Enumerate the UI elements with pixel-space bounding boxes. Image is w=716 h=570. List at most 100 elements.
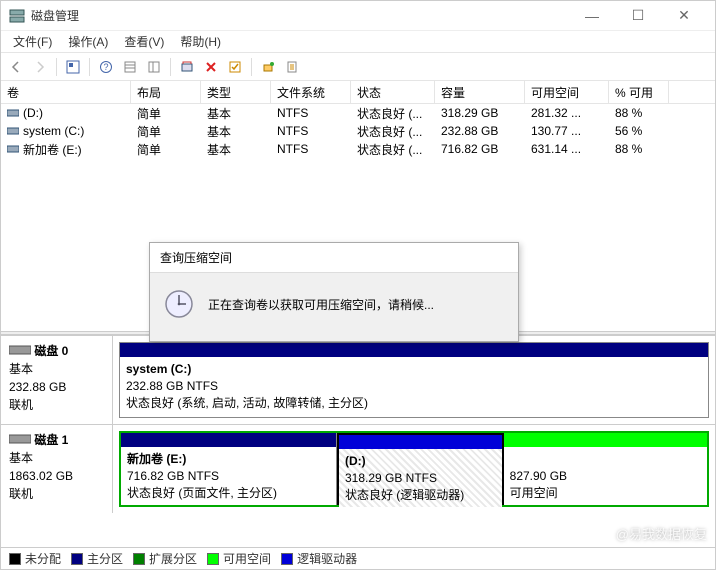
- minimize-button[interactable]: —: [569, 1, 615, 31]
- cell: system (C:): [23, 124, 84, 138]
- maximize-button[interactable]: ☐: [615, 1, 661, 31]
- disk-mgmt-icon: [9, 8, 25, 24]
- watermark-text: @易我数据恢复: [616, 524, 707, 543]
- disk-graphical-pane: 磁盘 0 基本 232.88 GB 联机 system (C:) 232.88 …: [1, 331, 715, 547]
- part-status: 可用空间: [510, 486, 558, 500]
- part-title: (D:): [345, 454, 366, 468]
- legend-unalloc: 未分配: [25, 550, 61, 567]
- dialog-title: 查询压缩空间: [150, 243, 518, 273]
- disk-icon: [9, 345, 31, 355]
- svg-text:?: ?: [103, 62, 108, 72]
- cell: NTFS: [271, 124, 351, 138]
- toolbar: ?: [1, 53, 715, 81]
- cell: 新加卷 (E:): [23, 141, 82, 158]
- close-button[interactable]: ✕: [661, 1, 707, 31]
- volume-row[interactable]: (D:) 简单 基本 NTFS 状态良好 (... 318.29 GB 281.…: [1, 104, 715, 122]
- legend-ext: 扩展分区: [149, 550, 197, 567]
- back-button[interactable]: [5, 56, 27, 78]
- new-icon[interactable]: [257, 56, 279, 78]
- list-view-icon[interactable]: [119, 56, 141, 78]
- disk-label: 磁盘 1: [34, 433, 68, 447]
- col-layout[interactable]: 布局: [131, 81, 201, 103]
- forward-button[interactable]: [29, 56, 51, 78]
- volume-list[interactable]: (D:) 简单 基本 NTFS 状态良好 (... 318.29 GB 281.…: [1, 104, 715, 164]
- cell: 基本: [201, 141, 271, 158]
- volume-row[interactable]: system (C:) 简单 基本 NTFS 状态良好 (... 232.88 …: [1, 122, 715, 140]
- querying-dialog: 查询压缩空间 正在查询卷以获取可用压缩空间，请稍候...: [149, 242, 519, 342]
- window-title: 磁盘管理: [31, 7, 569, 24]
- disk-state: 联机: [9, 396, 104, 414]
- cell: 简单: [131, 123, 201, 140]
- delete-icon[interactable]: [200, 56, 222, 78]
- menu-file[interactable]: 文件(F): [5, 31, 60, 52]
- disk-state: 联机: [9, 485, 104, 503]
- cell: 状态良好 (...: [351, 141, 435, 158]
- col-capacity[interactable]: 容量: [435, 81, 525, 103]
- disk-icon: [9, 434, 31, 444]
- legend: 未分配 主分区 扩展分区 可用空间 逻辑驱动器: [1, 547, 715, 569]
- col-status[interactable]: 状态: [351, 81, 435, 103]
- legend-free: 可用空间: [223, 550, 271, 567]
- clock-icon: [164, 289, 194, 319]
- legend-logical: 逻辑驱动器: [297, 550, 357, 567]
- cell: 88 %: [609, 142, 669, 156]
- disk-type: 基本: [9, 360, 104, 378]
- help-icon[interactable]: ?: [95, 56, 117, 78]
- menubar: 文件(F) 操作(A) 查看(V) 帮助(H): [1, 31, 715, 53]
- menu-view[interactable]: 查看(V): [116, 31, 172, 52]
- detail-view-icon[interactable]: [143, 56, 165, 78]
- part-size: 318.29 GB NTFS: [345, 471, 437, 485]
- cell: 56 %: [609, 124, 669, 138]
- cell: 基本: [201, 105, 271, 122]
- legend-primary: 主分区: [87, 550, 123, 567]
- col-type[interactable]: 类型: [201, 81, 271, 103]
- check-icon[interactable]: [224, 56, 246, 78]
- partition[interactable]: system (C:) 232.88 GB NTFS 状态良好 (系统, 启动,…: [120, 343, 708, 417]
- cell: 基本: [201, 123, 271, 140]
- col-volume[interactable]: 卷: [1, 81, 131, 103]
- disk-label: 磁盘 0: [34, 344, 68, 358]
- disk-size: 232.88 GB: [9, 378, 104, 396]
- volume-row[interactable]: 新加卷 (E:) 简单 基本 NTFS 状态良好 (... 716.82 GB …: [1, 140, 715, 158]
- disk-row: 磁盘 0 基本 232.88 GB 联机 system (C:) 232.88 …: [1, 335, 715, 424]
- cell: NTFS: [271, 106, 351, 120]
- window-titlebar: 磁盘管理 — ☐ ✕: [1, 1, 715, 31]
- cell: 88 %: [609, 106, 669, 120]
- watermark: @易我数据恢复: [598, 524, 707, 543]
- dialog-message: 正在查询卷以获取可用压缩空间，请稍候...: [208, 296, 434, 313]
- part-title: 新加卷 (E:): [127, 452, 186, 466]
- menu-action[interactable]: 操作(A): [60, 31, 116, 52]
- cell: NTFS: [271, 142, 351, 156]
- col-fs[interactable]: 文件系统: [271, 81, 351, 103]
- disk-type: 基本: [9, 449, 104, 467]
- cell: 简单: [131, 105, 201, 122]
- col-pct[interactable]: % 可用: [609, 81, 669, 103]
- cell: 318.29 GB: [435, 106, 525, 120]
- cell: 状态良好 (...: [351, 105, 435, 122]
- cell: 281.32 ...: [525, 106, 609, 120]
- part-size: 232.88 GB NTFS: [126, 379, 218, 393]
- volume-list-header: 卷 布局 类型 文件系统 状态 容量 可用空间 % 可用: [1, 81, 715, 104]
- disk-info[interactable]: 磁盘 0 基本 232.88 GB 联机: [1, 336, 113, 424]
- part-size: 827.90 GB: [510, 469, 567, 483]
- volume-icon: [7, 108, 19, 118]
- cell: (D:): [23, 106, 43, 120]
- paw-icon: [598, 527, 612, 541]
- partition-selected[interactable]: (D:) 318.29 GB NTFS 状态良好 (逻辑驱动器): [337, 433, 504, 505]
- col-free[interactable]: 可用空间: [525, 81, 609, 103]
- cell: 631.14 ...: [525, 142, 609, 156]
- part-status: 状态良好 (逻辑驱动器): [345, 488, 464, 502]
- part-title: system (C:): [126, 362, 191, 376]
- menu-help[interactable]: 帮助(H): [172, 31, 229, 52]
- props-icon[interactable]: [281, 56, 303, 78]
- refresh-icon[interactable]: [62, 56, 84, 78]
- partition-freespace[interactable]: 827.90 GB 可用空间: [504, 433, 707, 505]
- rescan-icon[interactable]: [176, 56, 198, 78]
- part-status: 状态良好 (系统, 启动, 活动, 故障转储, 主分区): [126, 396, 368, 410]
- disk-size: 1863.02 GB: [9, 467, 104, 485]
- volume-icon: [7, 144, 19, 154]
- partition[interactable]: 新加卷 (E:) 716.82 GB NTFS 状态良好 (页面文件, 主分区): [121, 433, 337, 505]
- part-size: 716.82 GB NTFS: [127, 469, 219, 483]
- disk-info[interactable]: 磁盘 1 基本 1863.02 GB 联机: [1, 425, 113, 513]
- cell: 232.88 GB: [435, 124, 525, 138]
